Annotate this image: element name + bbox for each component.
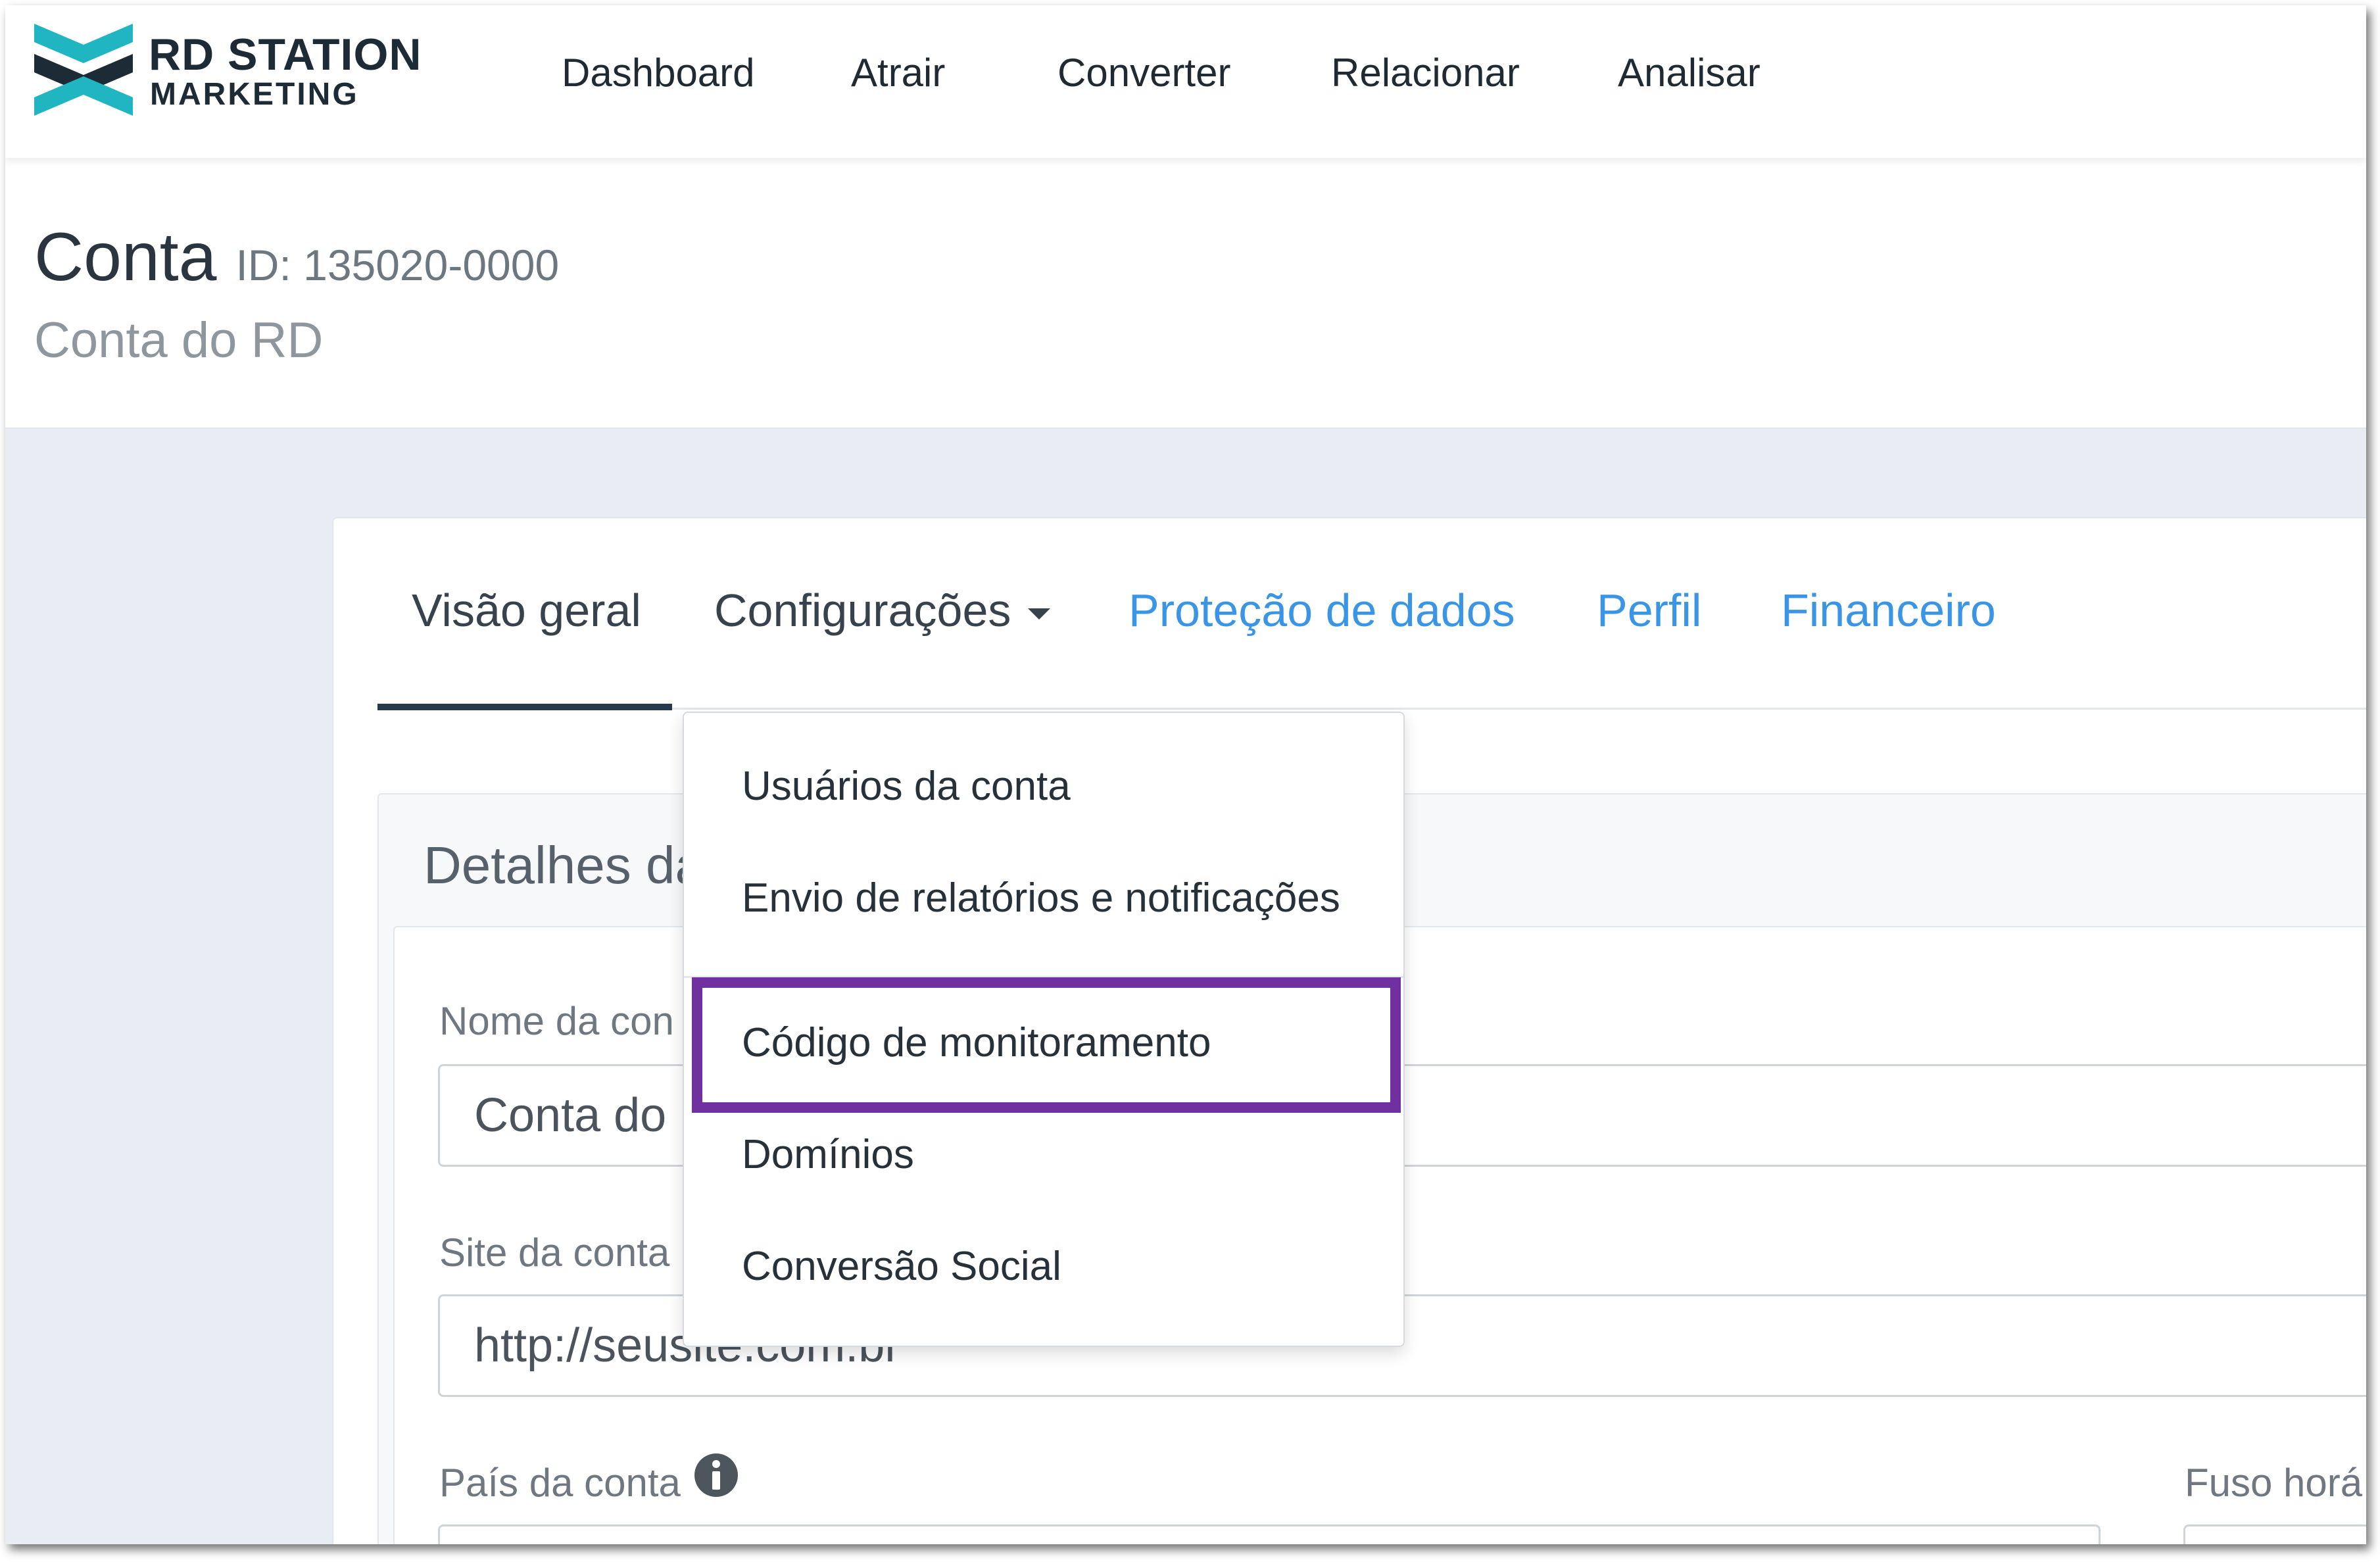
tab-visao-geral[interactable]: Visão geral <box>412 584 641 637</box>
tabs-divider <box>377 708 2366 710</box>
timezone-select[interactable] <box>2183 1525 2366 1544</box>
menu-item-envio-de-relatorios[interactable]: Envio de relatórios e notificações <box>742 875 1340 921</box>
menu-item-dominios[interactable]: Domínios <box>742 1131 914 1178</box>
account-country-select[interactable] <box>438 1525 2101 1544</box>
brand-subname: MARKETING <box>150 77 359 112</box>
nav-analisar[interactable]: Analisar <box>1618 50 1761 95</box>
details-title: Detalhes da <box>424 836 704 894</box>
tab-configuracoes-label: Configurações <box>714 585 1011 636</box>
tab-configuracoes[interactable]: Configurações <box>714 584 1051 637</box>
tab-protecao-de-dados[interactable]: Proteção de dados <box>1129 584 1515 637</box>
tab-perfil[interactable]: Perfil <box>1597 584 1701 637</box>
tab-financeiro[interactable]: Financeiro <box>1781 584 1996 637</box>
active-tab-indicator <box>377 704 672 710</box>
caret-down-icon <box>1028 608 1051 620</box>
brand-name: RD STATION <box>149 30 422 80</box>
nav-converter[interactable]: Converter <box>1057 50 1230 95</box>
account-header: Conta ID: 135020-0000 Conta do RD <box>5 158 2366 429</box>
info-icon[interactable] <box>693 1452 739 1498</box>
timezone-label: Fuso horá <box>2185 1461 2363 1505</box>
top-navigation: RD STATION MARKETING Dashboard Atrair Co… <box>5 5 2366 158</box>
account-country-label: País da conta <box>439 1461 681 1505</box>
menu-item-usuarios-da-conta[interactable]: Usuários da conta <box>742 763 1071 810</box>
account-subtitle: Conta do RD <box>34 312 324 368</box>
menu-item-conversao-social[interactable]: Conversão Social <box>742 1243 1061 1290</box>
rd-station-logo-icon <box>34 24 133 116</box>
highlight-box <box>692 977 1401 1113</box>
nav-dashboard[interactable]: Dashboard <box>562 50 755 95</box>
account-name-label: Nome da con <box>439 999 674 1043</box>
account-id: ID: 135020-0000 <box>235 241 560 289</box>
account-title: Conta <box>34 219 217 295</box>
page-title: Conta ID: 135020-0000 <box>34 218 559 297</box>
nav-atrair[interactable]: Atrair <box>851 50 945 95</box>
nav-relacionar[interactable]: Relacionar <box>1331 50 1520 95</box>
app-window: RD STATION MARKETING Dashboard Atrair Co… <box>5 5 2366 1544</box>
account-site-label: Site da conta <box>439 1231 670 1275</box>
